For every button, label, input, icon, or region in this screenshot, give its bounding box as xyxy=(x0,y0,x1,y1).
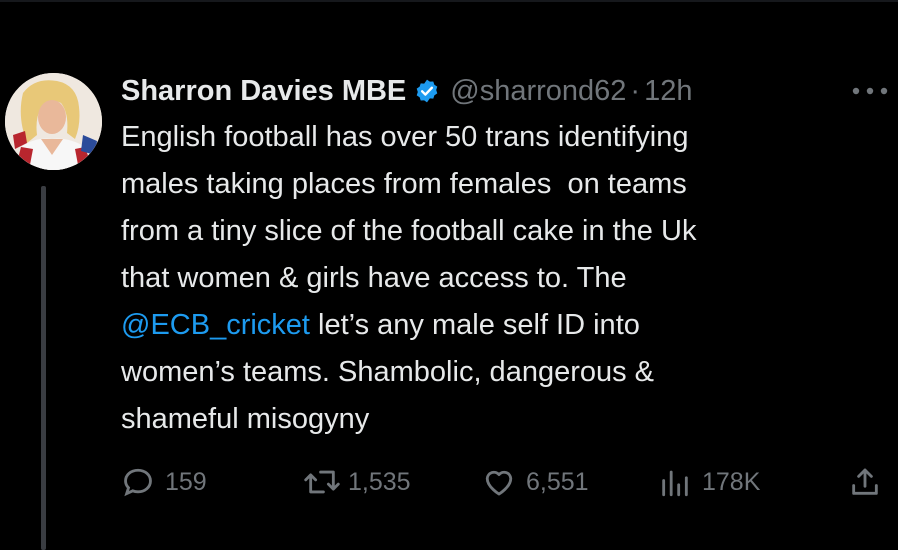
tweet-header: Sharron Davies MBE @sharrond62 · 12h xyxy=(121,72,692,110)
separator-dot: · xyxy=(630,74,641,107)
heart-icon xyxy=(482,465,516,499)
avatar[interactable] xyxy=(5,73,102,170)
handle[interactable]: @sharrond62 xyxy=(450,75,626,108)
repost-icon xyxy=(302,465,342,499)
views-icon xyxy=(658,465,692,499)
timestamp[interactable]: 12h xyxy=(644,75,692,108)
views-button[interactable]: 178K xyxy=(658,462,760,502)
tweet-text-line: @ECB_cricket let’s any male self ID into xyxy=(121,302,881,349)
tweet-text-line: shameful misogyny xyxy=(121,403,370,435)
tweet-text-line: English football has over 50 trans ident… xyxy=(121,121,689,153)
share-icon xyxy=(848,465,882,499)
like-button[interactable]: 6,551 xyxy=(482,462,589,502)
repost-count: 1,535 xyxy=(348,467,411,496)
mention-link[interactable]: @ECB_cricket xyxy=(121,309,310,341)
reply-button[interactable]: 159 xyxy=(121,462,207,502)
tweet-text: English football has over 50 trans ident… xyxy=(121,114,881,443)
reply-icon xyxy=(121,465,155,499)
tweet-text-line: males taking places from females on team… xyxy=(121,168,687,200)
verified-badge-icon[interactable] xyxy=(414,78,440,104)
top-divider xyxy=(0,0,898,2)
repost-button[interactable]: 1,535 xyxy=(302,462,411,502)
tweet-text-line: that women & girls have access to. The xyxy=(121,262,627,294)
view-count: 178K xyxy=(702,467,761,496)
avatar-image xyxy=(5,73,102,170)
like-count: 6,551 xyxy=(526,467,589,496)
action-bar: 159 1,535 6,551 178K xyxy=(0,462,898,502)
tweet-text-fragment: let’s any male self ID into xyxy=(309,309,640,341)
tweet-text-line: from a tiny slice of the football cake i… xyxy=(121,215,697,247)
tweet-text-line: women’s teams. Shambolic, dangerous & xyxy=(121,356,655,388)
more-icon[interactable] xyxy=(848,84,892,96)
reply-count: 159 xyxy=(165,467,207,496)
display-name[interactable]: Sharron Davies MBE xyxy=(121,75,406,108)
share-button[interactable] xyxy=(848,462,882,502)
